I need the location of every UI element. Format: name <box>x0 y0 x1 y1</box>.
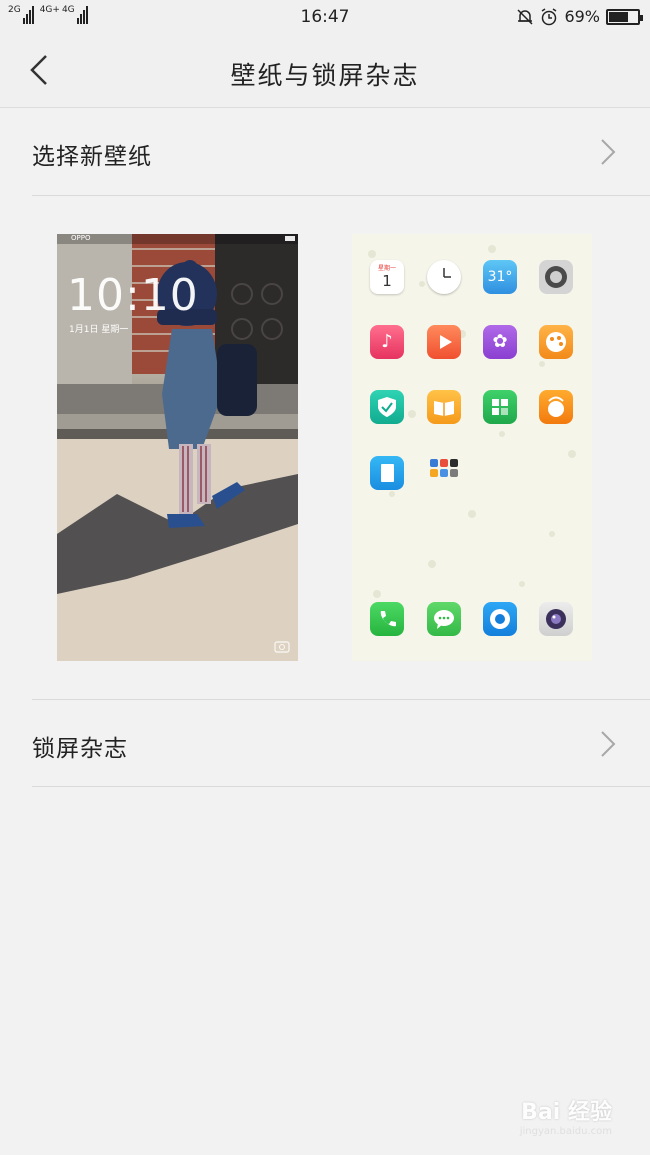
choose-wallpaper-label: 选择新壁纸 <box>32 144 152 170</box>
choose-wallpaper-row[interactable]: 选择新壁纸 <box>32 108 650 196</box>
alarm-icon <box>542 7 557 25</box>
chevron-right-icon <box>601 731 616 757</box>
game-center-icon <box>539 390 573 424</box>
camera-app-icon <box>539 602 573 636</box>
home-screen-preview[interactable]: 星期一 1 31° ♪ ✿ <box>352 234 592 661</box>
security-app-icon <box>370 390 404 424</box>
weather-temp: 31° <box>487 269 513 285</box>
calendar-day: 1 <box>382 272 392 290</box>
books-app-icon <box>427 390 461 424</box>
video-app-icon <box>427 325 461 359</box>
lock-preview-carrier: OPPO <box>71 234 91 242</box>
calendar-app-icon: 星期一 1 <box>370 260 404 294</box>
notes-app-icon <box>370 456 404 490</box>
phone-app-icon <box>370 602 404 636</box>
calendar-weekday: 星期一 <box>377 265 396 272</box>
folder-icon <box>427 456 461 490</box>
watermark-logo-text: Bai 经验 <box>521 1100 612 1125</box>
music-app-icon: ♪ <box>370 325 404 359</box>
baidu-watermark: Bai 经验 jingyan.baidu.com <box>520 1094 612 1137</box>
battery-percent: 69% <box>564 7 600 26</box>
page-title: 壁纸与锁屏杂志 <box>230 61 420 90</box>
lock-preview-clock: 10:10 <box>67 270 199 321</box>
app-header: 壁纸与锁屏杂志 <box>0 34 650 108</box>
lock-screen-magazine-row[interactable]: 锁屏杂志 <box>32 699 650 787</box>
app-store-icon <box>483 390 517 424</box>
gallery-app-icon: ✿ <box>483 325 517 359</box>
battery-icon <box>606 8 643 25</box>
theme-app-icon <box>539 325 573 359</box>
status-right: 69% <box>516 7 643 26</box>
settings-app-icon <box>539 260 573 294</box>
lock-screen-magazine-label: 锁屏杂志 <box>32 736 128 762</box>
lock-preview-date: 1月1日 星期一 <box>69 325 129 335</box>
watermark-url: jingyan.baidu.com <box>519 1126 612 1137</box>
messages-app-icon <box>427 602 461 636</box>
bell-muted-icon <box>517 8 533 25</box>
clock-app-icon <box>427 260 461 294</box>
weather-app-icon: 31° <box>483 260 517 294</box>
browser-app-icon <box>483 602 517 636</box>
chevron-right-icon <box>601 139 616 165</box>
lock-screen-preview[interactable]: OPPO 10:10 1月1日 星期一 <box>57 234 298 661</box>
status-bar: 2G 4G+ 4G 16:47 69% <box>0 0 650 34</box>
home-wallpaper-image <box>368 245 576 598</box>
